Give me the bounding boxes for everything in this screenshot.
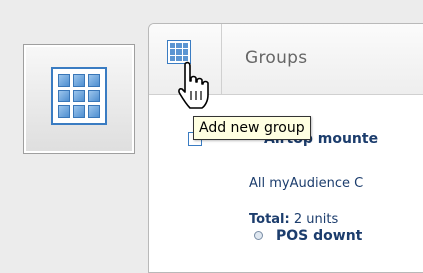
total-value: 2 units [293,212,339,227]
unit-name: POS downt [276,228,363,244]
groups-grid-icon [51,67,107,125]
panel-title: Groups [245,48,308,68]
group-description: All myAudience C [249,176,364,191]
add-group-tooltip: Add new group [193,116,311,140]
unit-list-item[interactable]: POS downt [249,228,362,244]
hand-pointer-icon [178,61,209,109]
bullet-icon [254,231,263,240]
groups-side-button[interactable] [23,44,135,154]
total-label: Total: [249,212,290,227]
group-total: Total: 2 units [249,212,338,227]
